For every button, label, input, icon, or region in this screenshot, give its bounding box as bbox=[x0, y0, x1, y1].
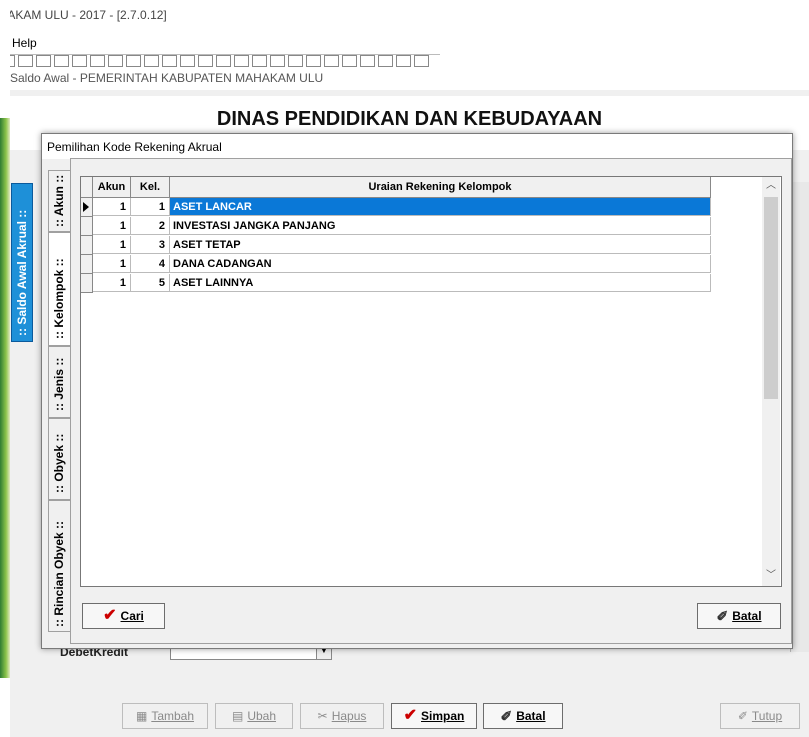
tutup-label: Tutup bbox=[751, 709, 783, 723]
broom-icon: ✐ bbox=[716, 607, 729, 624]
header-uraian[interactable]: Uraian Rekening Kelompok bbox=[170, 177, 711, 198]
tab-jenis[interactable]: :: Jenis :: bbox=[48, 346, 72, 418]
dialog-title: Pemilihan Kode Rekening Akrual bbox=[47, 140, 222, 154]
cell-kel[interactable]: 2 bbox=[131, 217, 170, 235]
tab-kelompok[interactable]: :: Kelompok :: bbox=[48, 232, 71, 346]
hapus-button[interactable]: ✂ Hapus bbox=[300, 703, 384, 729]
checkmark-icon: ✔ bbox=[403, 707, 418, 724]
header-indicator bbox=[81, 177, 93, 198]
chevron-down-icon[interactable]: ﹀ bbox=[762, 567, 780, 585]
cell-uraian[interactable]: DANA CADANGAN bbox=[170, 255, 711, 273]
child-window-title: Saldo Awal - PEMERINTAH KABUPATEN MAHAKA… bbox=[10, 71, 324, 85]
simpan-label: Simpan bbox=[421, 709, 465, 723]
cell-kel[interactable]: 5 bbox=[131, 274, 170, 292]
tab-obyek-label: :: Obyek :: bbox=[52, 433, 66, 493]
batal-button[interactable]: ✐ Batal bbox=[483, 703, 563, 729]
vertical-tab-strip: :: Akun :: :: Kelompok :: :: Jenis :: ::… bbox=[48, 160, 72, 642]
cell-kel[interactable]: 3 bbox=[131, 236, 170, 254]
tab-akun[interactable]: :: Akun :: bbox=[48, 170, 72, 232]
cell-kel[interactable]: 4 bbox=[131, 255, 170, 273]
dialog-batal-label: Batal bbox=[732, 609, 762, 623]
cari-label: Cari bbox=[120, 609, 144, 623]
close-icon: ✐ bbox=[737, 709, 748, 723]
tab-rincian-obyek[interactable]: :: Rincian Obyek :: bbox=[48, 500, 72, 632]
row-indicator bbox=[81, 198, 93, 217]
tambah-button[interactable]: ▦ Tambah bbox=[122, 703, 208, 729]
toolbar bbox=[0, 54, 440, 67]
delete-icon: ✂ bbox=[317, 709, 328, 723]
cari-button[interactable]: ✔ Cari bbox=[82, 603, 165, 629]
cell-uraian[interactable]: INVESTASI JANGKA PANJANG bbox=[170, 217, 711, 235]
cell-uraian[interactable]: ASET LANCAR bbox=[170, 198, 711, 216]
checkmark-icon: ✔ bbox=[103, 607, 117, 624]
broom-icon: ✐ bbox=[500, 707, 513, 724]
main-title-bar: IAKAM ULU - 2017 - [2.7.0.12] bbox=[0, 0, 809, 32]
cell-akun[interactable]: 1 bbox=[93, 217, 131, 235]
ubah-label: Ubah bbox=[247, 709, 277, 723]
chevron-up-icon[interactable]: ︿ bbox=[762, 177, 780, 195]
header-kel[interactable]: Kel. bbox=[131, 177, 170, 198]
tab-obyek[interactable]: :: Obyek :: bbox=[48, 418, 72, 500]
simpan-button[interactable]: ✔ Simpan bbox=[391, 703, 477, 729]
row-indicator bbox=[81, 217, 93, 236]
tab-akun-label: :: Akun :: bbox=[52, 174, 66, 227]
ubah-button[interactable]: ▤ Ubah bbox=[215, 703, 293, 729]
left-decoration bbox=[0, 0, 10, 737]
tab-rincian-obyek-label: :: Rincian Obyek :: bbox=[52, 520, 66, 627]
side-tab-saldo-awal[interactable]: :: Saldo Awal Akrual :: bbox=[11, 183, 33, 342]
cell-akun[interactable]: 1 bbox=[93, 236, 131, 254]
dialog-title-bar: Pemilihan Kode Rekening Akrual bbox=[42, 134, 792, 159]
cell-uraian[interactable]: ASET LAINNYA bbox=[170, 274, 711, 292]
scrollbar-thumb[interactable] bbox=[764, 197, 778, 399]
row-indicator bbox=[81, 274, 93, 293]
rekening-grid[interactable]: Akun Kel. Uraian Rekening Kelompok 1 1 A… bbox=[80, 176, 782, 587]
dialog-batal-button[interactable]: ✐ Batal bbox=[697, 603, 781, 629]
tab-kelompok-label: :: Kelompok :: bbox=[52, 258, 66, 339]
row-indicator bbox=[81, 255, 93, 274]
cell-uraian[interactable]: ASET TETAP bbox=[170, 236, 711, 254]
menu-help[interactable]: Help bbox=[12, 36, 37, 50]
add-icon: ▦ bbox=[135, 709, 148, 723]
side-tab-label: :: Saldo Awal Akrual :: bbox=[15, 209, 29, 336]
tab-jenis-label: :: Jenis :: bbox=[52, 357, 66, 411]
cell-akun[interactable]: 1 bbox=[93, 274, 131, 292]
kode-rekening-dialog: Pemilihan Kode Rekening Akrual :: Akun :… bbox=[41, 133, 793, 649]
grid-scrollbar[interactable]: ︿ ﹀ bbox=[762, 177, 780, 586]
header-akun[interactable]: Akun bbox=[93, 177, 131, 198]
tambah-label: Tambah bbox=[151, 709, 195, 723]
app-title: IAKAM ULU - 2017 - [2.7.0.12] bbox=[4, 8, 167, 22]
edit-icon: ▤ bbox=[231, 709, 244, 723]
cell-akun[interactable]: 1 bbox=[93, 198, 131, 216]
cell-akun[interactable]: 1 bbox=[93, 255, 131, 273]
row-indicator bbox=[81, 236, 93, 255]
hapus-label: Hapus bbox=[331, 709, 367, 723]
batal-label: Batal bbox=[516, 709, 546, 723]
current-row-arrow-icon bbox=[83, 202, 89, 212]
header-title: DINAS PENDIDIKAN DAN KEBUDAYAAN bbox=[216, 108, 603, 130]
tutup-button[interactable]: ✐ Tutup bbox=[720, 703, 800, 729]
cell-kel[interactable]: 1 bbox=[131, 198, 170, 216]
